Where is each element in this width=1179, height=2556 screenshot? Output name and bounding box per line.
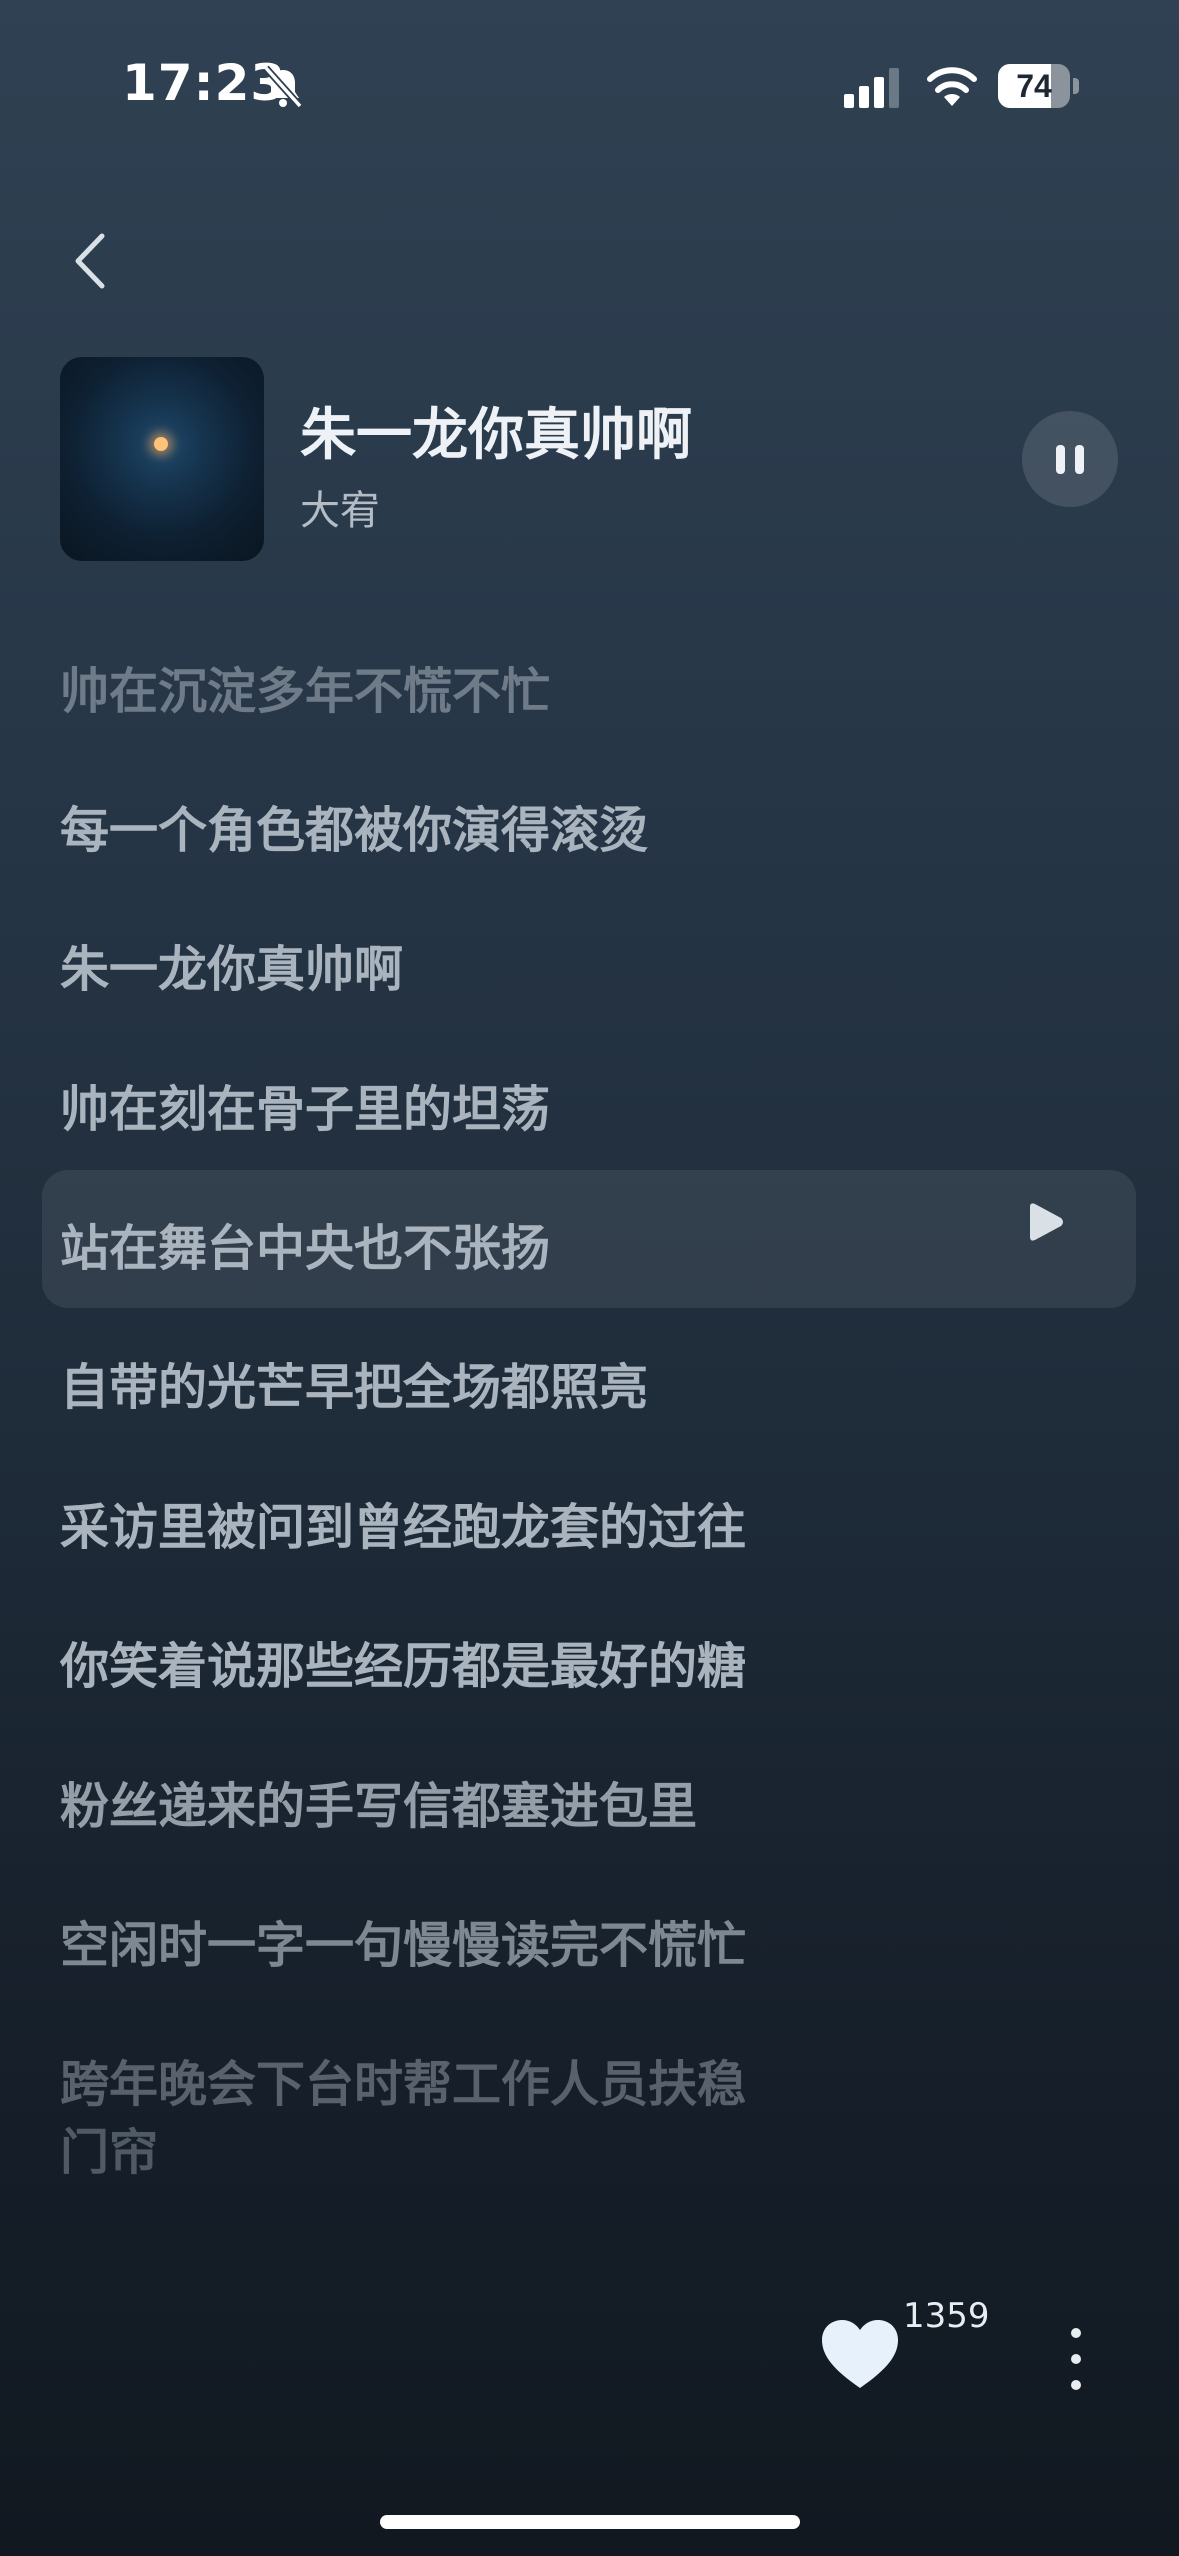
more-vertical-icon [1071,2328,1081,2338]
more-button[interactable] [1056,2326,1096,2392]
lyric-line[interactable]: 采访里被问到曾经跑龙套的过往 [60,1488,746,1559]
artist-name[interactable]: 大宥 [300,478,380,536]
lyric-line[interactable]: 自带的光芒早把全场都照亮 [60,1348,648,1419]
lyric-line[interactable]: 你笑着说那些经历都是最好的糖 [60,1627,746,1698]
lyric-line[interactable]: 朱一龙你真帅啊 [60,930,403,1001]
home-indicator[interactable] [380,2515,800,2529]
album-art-sun [154,437,168,451]
battery-icon: 74 [998,64,1080,108]
lyric-line-active[interactable]: 站在舞台中央也不张扬 [60,1209,550,1280]
pause-icon [1056,445,1065,474]
lyric-line[interactable]: 空闲时一字一句慢慢读完不慌忙 [60,1906,746,1977]
wifi-icon [927,67,977,106]
lyric-line[interactable]: 跨年晚会下台时帮工作人员扶稳 [60,2045,746,2116]
like-count: 1359 [903,2296,990,2336]
pause-button[interactable] [1022,411,1118,507]
album-art[interactable] [60,357,264,561]
lyric-line[interactable]: 粉丝递来的手写信都塞进包里 [60,1767,697,1838]
bell-slash-icon [263,65,303,109]
chevron-left-icon [75,233,105,289]
lyric-line[interactable]: 帅在沉淀多年不慌不忙 [60,652,550,723]
play-from-line-icon[interactable] [1026,1201,1066,1243]
lyric-line[interactable]: 每一个角色都被你演得滚烫 [60,791,648,862]
like-button[interactable] [820,2318,900,2392]
cellular-signal-icon [844,68,899,108]
song-title: 朱一龙你真帅啊 [300,403,692,468]
heart-icon [822,2320,898,2388]
back-button[interactable] [60,228,120,294]
lyric-line[interactable]: 门帘 [60,2113,158,2184]
lyric-line[interactable]: 帅在刻在骨子里的坦荡 [60,1070,550,1141]
battery-percent: 74 [1016,68,1052,104]
